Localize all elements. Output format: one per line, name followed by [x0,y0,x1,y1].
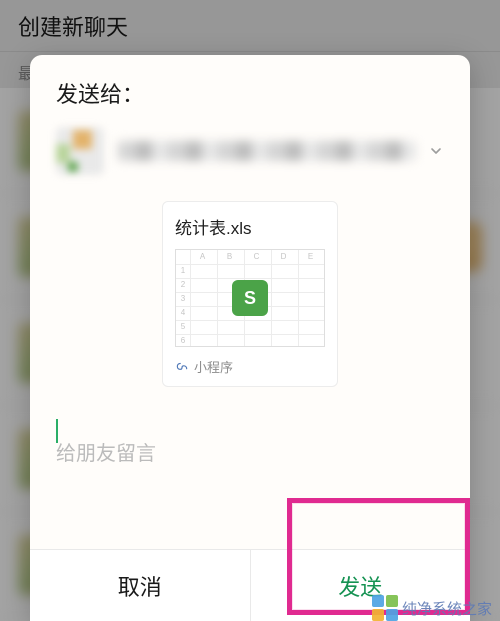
recipient-row[interactable] [56,127,444,175]
send-button[interactable]: 发送 [250,550,471,621]
attachment-card[interactable]: 统计表.xls A B C D E 1 2 3 [162,201,338,387]
chevron-down-icon[interactable] [428,143,444,159]
text-caret [56,419,58,443]
spreadsheet-icon: S [232,280,268,316]
recipient-avatar [56,127,104,175]
dialog-title: 发送给： [56,77,444,109]
spreadsheet-icon-letter: S [244,288,256,309]
send-button-label: 发送 [338,570,382,602]
miniprogram-icon [175,360,189,374]
message-input[interactable] [56,443,444,466]
share-dialog: 发送给： 统计表.xls A B [30,55,470,621]
cancel-button[interactable]: 取消 [30,550,250,621]
attachment-preview: A B C D E 1 2 3 4 5 6 S [175,249,325,347]
attachment-type-label: 小程序 [194,357,233,376]
dialog-footer: 取消 发送 [30,549,470,621]
attachment-meta: 小程序 [175,357,325,376]
cancel-button-label: 取消 [118,570,162,602]
message-input-wrap[interactable] [30,401,470,476]
attachment-filename: 统计表.xls [175,214,325,239]
recipient-name-obscured [118,141,416,161]
